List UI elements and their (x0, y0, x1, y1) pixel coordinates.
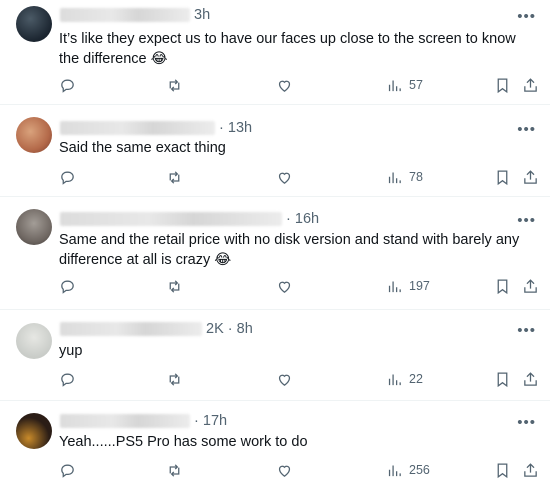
more-dots-icon[interactable]: ••• (517, 323, 536, 338)
bookmark-icon[interactable] (494, 166, 511, 188)
like-icon[interactable] (276, 368, 293, 390)
reply-icon[interactable] (59, 166, 76, 188)
share-icon[interactable] (522, 275, 539, 297)
reply-icon[interactable] (59, 275, 76, 297)
like-icon[interactable] (276, 459, 293, 481)
reply-header: 2K · 8h (60, 321, 253, 339)
share-icon[interactable] (522, 74, 539, 96)
blurred-author (60, 8, 190, 23)
views-count: 57 (409, 78, 423, 92)
action-bar: 78 (0, 166, 550, 188)
reply-item[interactable]: · 17h ••• Yeah......PS5 Pro has some wor… (0, 401, 550, 502)
avatar[interactable] (16, 323, 52, 359)
reply-item[interactable]: 3h ••• It’s like they expect us to have … (0, 0, 550, 104)
views-count: 197 (409, 279, 430, 293)
blurred-author (60, 121, 215, 136)
reply-header: · 17h (60, 413, 227, 431)
reply-header: 3h (60, 7, 210, 25)
blurred-author (60, 212, 282, 227)
views-icon[interactable]: 22 (386, 368, 423, 390)
share-icon[interactable] (522, 368, 539, 390)
reply-header: · 13h (60, 120, 252, 138)
reply-text: It’s like they expect us to have our fac… (59, 31, 516, 67)
more-dots-icon[interactable]: ••• (517, 415, 536, 430)
views-count: 78 (409, 170, 423, 184)
reply-item[interactable]: 2K · 8h ••• yup 22 (0, 310, 550, 400)
reply-text: Said the same exact thing (59, 140, 226, 156)
views-count: 22 (409, 372, 423, 386)
avatar[interactable] (16, 209, 52, 245)
views-icon[interactable]: 256 (386, 459, 430, 481)
bookmark-icon[interactable] (494, 275, 511, 297)
like-icon[interactable] (276, 275, 293, 297)
action-bar: 22 (0, 368, 550, 390)
action-bar: 256 (0, 459, 550, 481)
reply-item[interactable]: · 13h ••• Said the same exact thing 78 (0, 105, 550, 196)
blurred-author (60, 322, 202, 337)
reply-item[interactable]: · 16h ••• Same and the retail price with… (0, 197, 550, 309)
avatar[interactable] (16, 117, 52, 153)
more-dots-icon[interactable]: ••• (517, 213, 536, 228)
views-count: 256 (409, 463, 430, 477)
bookmark-icon[interactable] (494, 459, 511, 481)
reply-time: 3h (194, 7, 211, 24)
views-icon[interactable]: 57 (386, 74, 423, 96)
reply-icon[interactable] (59, 459, 76, 481)
share-icon[interactable] (522, 166, 539, 188)
like-icon[interactable] (276, 166, 293, 188)
reply-header: · 16h (60, 211, 319, 229)
bookmark-icon[interactable] (494, 74, 511, 96)
reply-time: · 17h (194, 413, 228, 430)
reply-text: Same and the retail price with no disk v… (59, 232, 520, 268)
repost-icon[interactable] (166, 459, 183, 481)
action-bar: 197 (0, 275, 550, 297)
share-icon[interactable] (522, 459, 539, 481)
reply-text: yup (59, 343, 83, 359)
reply-time: · 16h (286, 211, 320, 228)
repost-icon[interactable] (166, 275, 183, 297)
reply-icon[interactable] (59, 368, 76, 390)
avatar[interactable] (16, 413, 52, 449)
like-icon[interactable] (276, 74, 293, 96)
blurred-author (60, 414, 190, 429)
repost-icon[interactable] (166, 166, 183, 188)
reply-time: · 13h (219, 120, 253, 137)
avatar[interactable] (16, 6, 52, 42)
reply-text: Yeah......PS5 Pro has some work to do (59, 434, 308, 450)
bookmark-icon[interactable] (494, 368, 511, 390)
views-icon[interactable]: 78 (386, 166, 423, 188)
repost-icon[interactable] (166, 368, 183, 390)
repost-icon[interactable] (166, 74, 183, 96)
views-icon[interactable]: 197 (386, 275, 430, 297)
reply-time: 2K · 8h (206, 321, 253, 338)
reply-icon[interactable] (59, 74, 76, 96)
more-dots-icon[interactable]: ••• (517, 9, 536, 24)
action-bar: 57 (0, 74, 550, 96)
more-dots-icon[interactable]: ••• (517, 122, 536, 137)
